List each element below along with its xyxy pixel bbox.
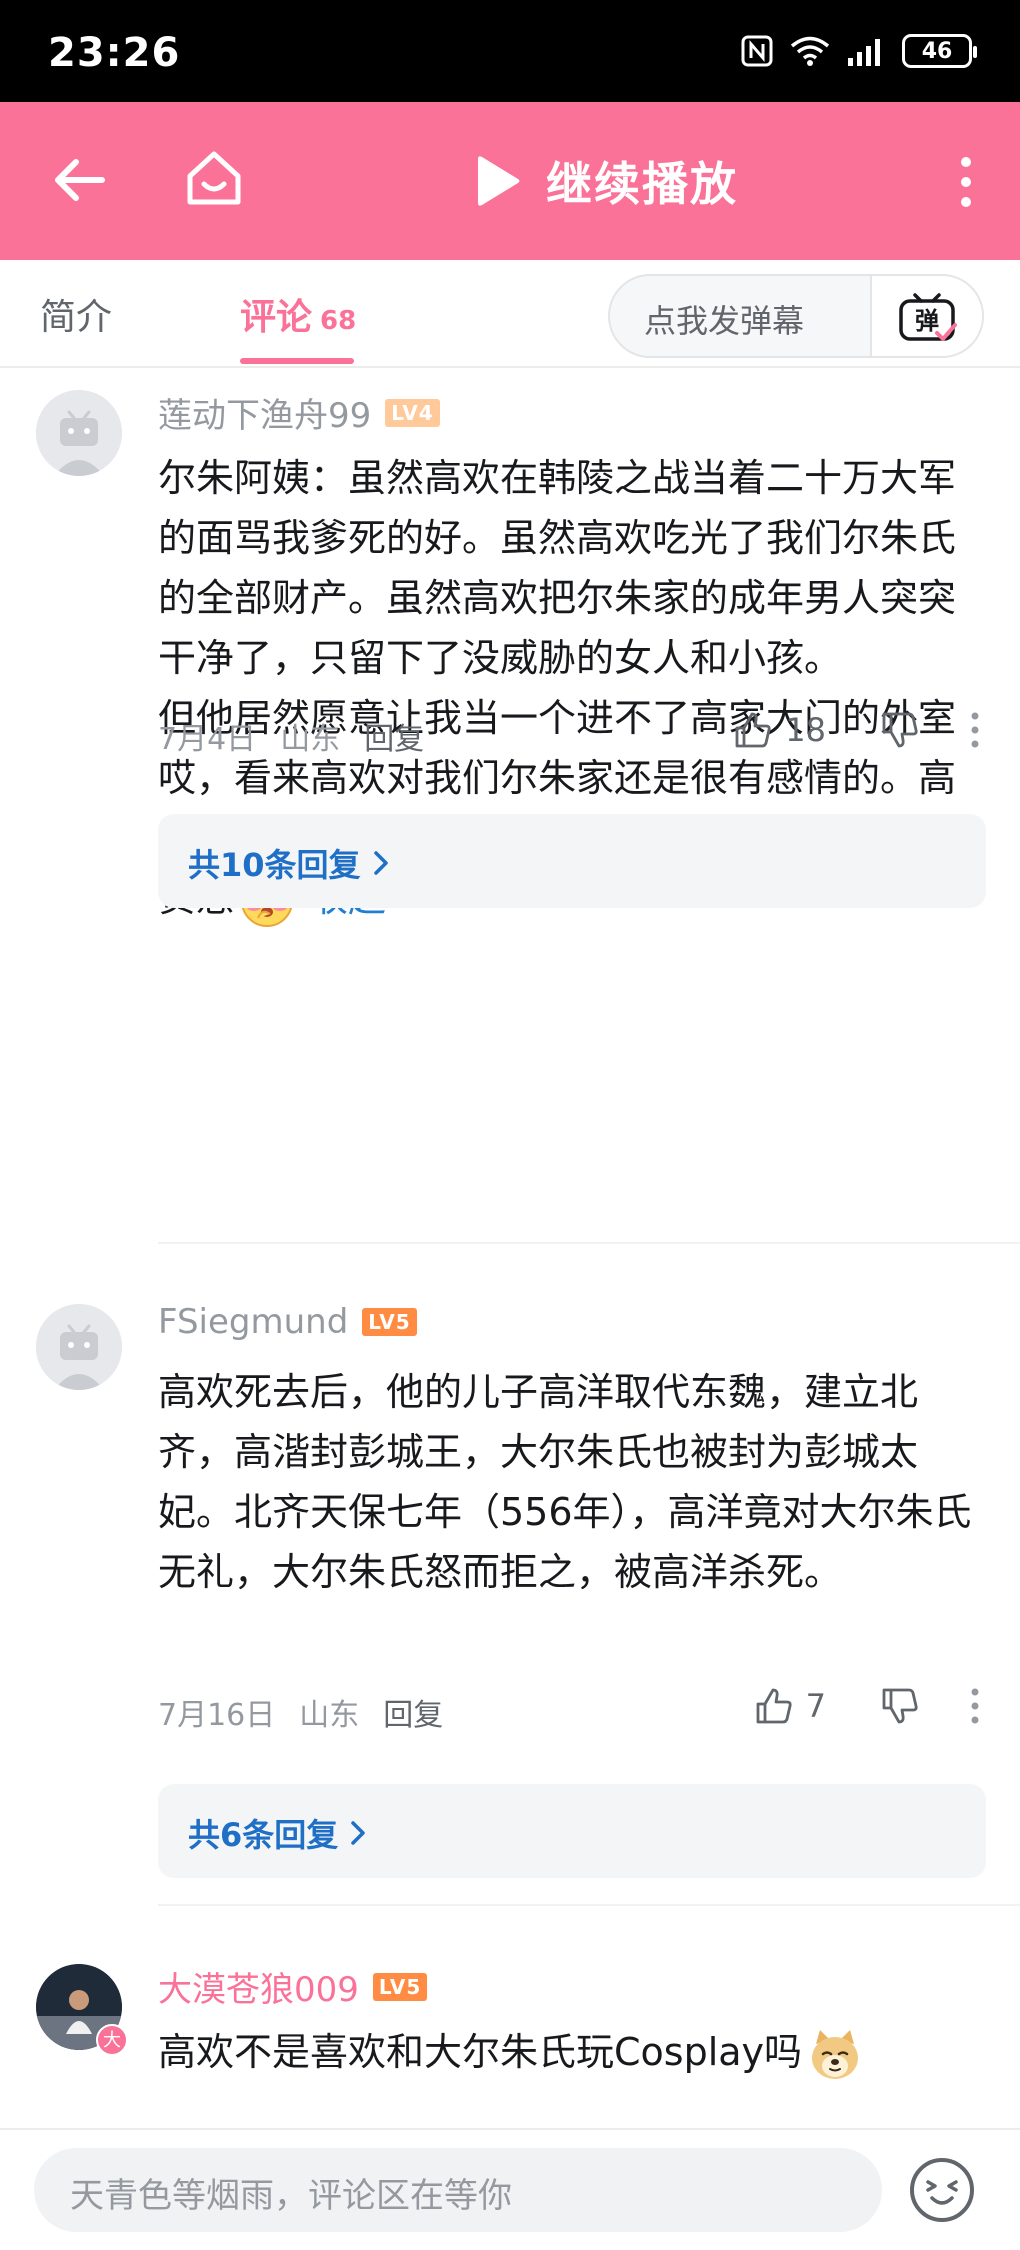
chevron-right-icon	[373, 851, 388, 875]
comment-input[interactable]: 天青色等烟雨，评论区在等你	[34, 2148, 882, 2232]
reply-button[interactable]: 回复	[364, 714, 424, 758]
danmaku-icon-glyph: 弹	[915, 307, 939, 335]
comment-input-placeholder: 天青色等烟雨，评论区在等你	[70, 2176, 512, 2216]
default-avatar-icon	[36, 390, 122, 476]
wifi-icon	[790, 36, 830, 66]
username-text: FSiegmund	[158, 1302, 349, 1342]
comment-location: 山东	[299, 1698, 360, 1733]
replies-preview[interactable]: 共10条回复	[158, 814, 986, 908]
reply-button[interactable]: 回复	[383, 1690, 443, 1734]
comment-compose-bar: 天青色等烟雨，评论区在等你	[0, 2128, 1020, 2250]
comment-username[interactable]: 大漠苍狼009 LV5	[158, 1962, 428, 2011]
doge-emoji-icon	[812, 2029, 859, 2079]
avatar[interactable]	[36, 390, 122, 476]
replies-count-text: 共6条回复	[188, 1816, 339, 1854]
like-count: 18	[785, 711, 826, 749]
comment-paragraph: 尔朱阿姨：虽然高欢在韩陵之战当着二十万大军的面骂我爹死的好。虽然高欢吃光了我们尔…	[158, 456, 957, 680]
comment-content: 高欢不是喜欢和大尔朱氏玩Cosplay吗	[158, 2022, 988, 2082]
thumbs-up-icon[interactable]	[754, 1686, 794, 1726]
level-badge: LV4	[385, 398, 440, 427]
comment-paragraph: 高欢死去后，他的儿子高洋取代东魏，建立北齐，高湝封彭城王，大尔朱氏也被封为彭城太…	[158, 1370, 972, 1594]
danmaku-placeholder: 点我发弹幕	[644, 302, 805, 340]
thumbs-down-icon[interactable]	[880, 1686, 920, 1726]
like-count: 7	[805, 1687, 826, 1725]
player-header: 继续播放	[0, 102, 1020, 260]
battery-indicator: 46	[902, 34, 977, 68]
play-icon	[478, 156, 520, 206]
comment-paragraph: 高欢不是喜欢和大尔朱氏玩Cosplay吗	[158, 2022, 988, 2082]
tab-comments-count: 68	[320, 306, 357, 336]
danmaku-send-field[interactable]: 点我发弹幕 弹	[608, 274, 984, 358]
comment-actions: 18	[733, 710, 980, 750]
comment-content: 高欢死去后，他的儿子高洋取代东魏，建立北齐，高湝封彭城王，大尔朱氏也被封为彭城太…	[158, 1362, 988, 1602]
status-icons: 46	[740, 34, 977, 68]
avatar-badge: 大	[96, 2024, 128, 2056]
status-time: 23:26	[48, 30, 181, 76]
active-tab-indicator	[240, 358, 354, 364]
replies-summary: 共6条回复	[188, 1810, 366, 1856]
avatar[interactable]	[36, 1304, 122, 1390]
level-badge: LV5	[372, 1972, 428, 2001]
emoji-picker-icon[interactable]	[904, 2152, 980, 2228]
comment-username[interactable]: 莲动下渔舟99 LV4	[158, 388, 440, 437]
comment-more-icon[interactable]	[970, 712, 980, 748]
replies-preview[interactable]: 共6条回复	[158, 1784, 986, 1878]
comment-actions: 7	[754, 1686, 980, 1726]
danmaku-toggle-button[interactable]: 弹	[870, 276, 982, 356]
tab-comments[interactable]: 评论 68	[240, 288, 356, 340]
avatar[interactable]: 大	[36, 1964, 128, 2056]
back-arrow-icon[interactable]	[50, 150, 110, 210]
tab-comments-label: 评论	[240, 297, 313, 338]
username-text: 大漠苍狼009	[158, 1970, 359, 2010]
comment-meta: 7月4日 山东 回复	[158, 714, 424, 758]
tab-bar: 简介 评论 68 点我发弹幕 弹	[0, 260, 1020, 368]
continue-play-button[interactable]: 继续播放	[470, 148, 738, 214]
tab-intro[interactable]: 简介	[40, 288, 112, 340]
comment-more-icon[interactable]	[970, 1688, 980, 1724]
status-bar: 23:26 46	[0, 0, 1020, 102]
more-options-icon[interactable]	[958, 156, 974, 208]
nfc-icon	[741, 35, 773, 67]
comment-date: 7月16日	[158, 1698, 276, 1733]
level-badge: LV5	[362, 1308, 417, 1336]
comment-location: 山东	[280, 722, 341, 757]
comment-meta: 7月16日 山东 回复	[158, 1690, 443, 1734]
default-avatar-icon	[36, 1304, 122, 1390]
comment-divider	[158, 1904, 1020, 1906]
comment-paragraph-text: 高欢不是喜欢和大尔朱氏玩Cosplay吗	[158, 2030, 803, 2074]
comment-date: 7月4日	[158, 722, 257, 757]
danmaku-tv-icon: 弹	[899, 293, 957, 341]
home-icon[interactable]	[182, 146, 246, 210]
replies-summary: 共10条回复	[188, 840, 389, 886]
signal-icon	[848, 39, 880, 66]
replies-count-text: 共10条回复	[188, 846, 361, 884]
continue-play-label: 继续播放	[546, 157, 738, 211]
username-text: 莲动下渔舟99	[158, 396, 372, 436]
chevron-right-icon	[351, 1821, 366, 1845]
comment-divider	[158, 1242, 1020, 1244]
thumbs-down-icon[interactable]	[880, 710, 920, 750]
comment-username[interactable]: FSiegmund LV5	[158, 1302, 417, 1342]
thumbs-up-icon[interactable]	[733, 710, 773, 750]
